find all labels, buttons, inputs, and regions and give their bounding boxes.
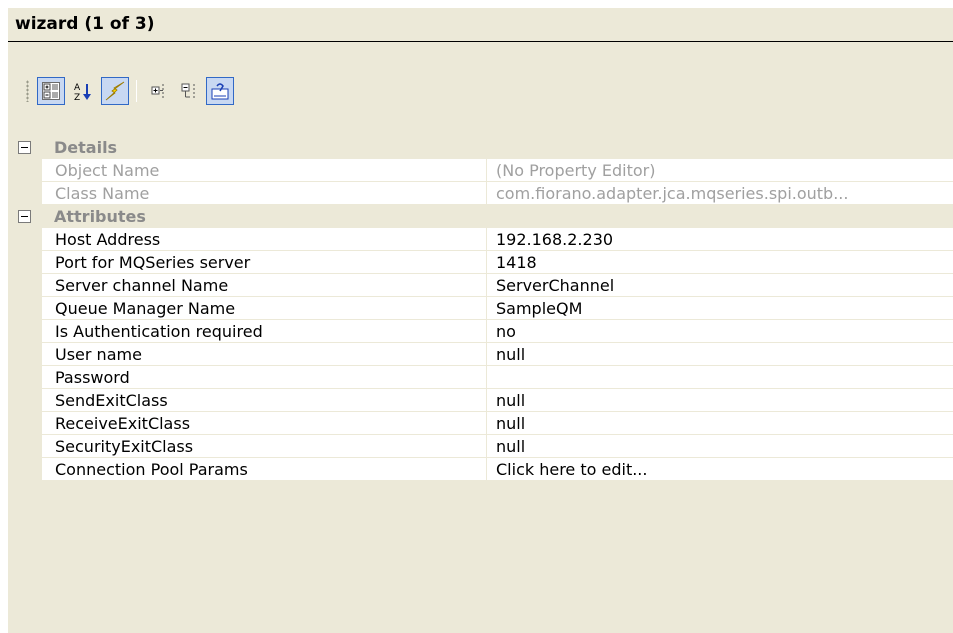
property-value[interactable]: Click here to edit... [487,458,953,481]
property-grid-panel: wizard (1 of 3) A Z Details Object Name … [8,8,953,633]
title-bar: wizard (1 of 3) [8,8,953,42]
alphabetical-button[interactable]: A Z [69,77,97,105]
row-gutter [8,320,42,343]
property-row-host-address[interactable]: Host Address 192.168.2.230 [8,228,953,251]
row-gutter [8,458,42,481]
collapse-minus-icon[interactable] [18,210,31,223]
property-row-queue-manager[interactable]: Queue Manager Name SampleQM [8,297,953,320]
property-pages-button[interactable] [206,77,234,105]
property-value[interactable]: null [487,343,953,366]
property-row-receive-exit-class[interactable]: ReceiveExitClass null [8,412,953,435]
row-gutter [8,343,42,366]
property-row-security-exit-class[interactable]: SecurityExitClass null [8,435,953,458]
row-gutter [8,435,42,458]
category-label: Attributes [54,207,146,226]
property-name: Host Address [42,228,487,251]
property-value[interactable]: ServerChannel [487,274,953,297]
property-value[interactable]: SampleQM [487,297,953,320]
row-gutter [8,412,42,435]
property-value[interactable] [487,366,953,389]
row-gutter [8,297,42,320]
property-name: Class Name [42,182,487,205]
property-grid: Details Object Name (No Property Editor)… [8,136,953,633]
category-attributes[interactable]: Attributes [8,205,953,228]
property-name: Server channel Name [42,274,487,297]
property-value[interactable]: 192.168.2.230 [487,228,953,251]
toolbar-separator [136,80,137,102]
alphabetical-sort-icon: A Z [74,83,91,101]
property-row-user-name[interactable]: User name null [8,343,953,366]
row-gutter [8,251,42,274]
events-button[interactable] [101,77,129,105]
property-name: SendExitClass [42,389,487,412]
property-row-send-exit-class[interactable]: SendExitClass null [8,389,953,412]
property-row-server-channel[interactable]: Server channel Name ServerChannel [8,274,953,297]
property-name: Is Authentication required [42,320,487,343]
property-value[interactable]: no [487,320,953,343]
category-band [42,136,953,159]
row-gutter [8,159,42,182]
property-name: ReceiveExitClass [42,412,487,435]
property-name: Queue Manager Name [42,297,487,320]
row-gutter [8,228,42,251]
property-value[interactable]: null [487,435,953,458]
property-name: Object Name [42,159,487,182]
property-name: User name [42,343,487,366]
property-row-port[interactable]: Port for MQSeries server 1418 [8,251,953,274]
expand-all-button[interactable] [146,77,174,105]
category-details[interactable]: Details [8,136,953,159]
property-value[interactable]: com.fiorano.adapter.jca.mqseries.spi.out… [487,182,953,205]
collapse-all-button[interactable] [176,77,204,105]
property-row-class-name[interactable]: Class Name com.fiorano.adapter.jca.mqser… [8,182,953,205]
toolbar-grip[interactable] [26,80,29,102]
categorized-icon [42,82,60,100]
property-name: Password [42,366,487,389]
row-gutter [8,274,42,297]
property-name: Port for MQSeries server [42,251,487,274]
svg-text:A: A [74,83,81,93]
property-value[interactable]: (No Property Editor) [487,159,953,182]
property-row-authentication[interactable]: Is Authentication required no [8,320,953,343]
window-title: wizard (1 of 3) [15,14,155,34]
category-band [42,205,953,228]
events-lightning-icon [105,81,125,101]
toolbar: A Z [8,68,953,108]
property-name: SecurityExitClass [42,435,487,458]
property-value[interactable]: 1418 [487,251,953,274]
categorized-button[interactable] [37,77,65,105]
row-gutter [8,389,42,412]
row-gutter [8,366,42,389]
property-name: Connection Pool Params [42,458,487,481]
property-row-object-name[interactable]: Object Name (No Property Editor) [8,159,953,182]
property-pages-icon [211,83,229,100]
collapse-minus-icon[interactable] [18,141,31,154]
category-label: Details [54,138,118,157]
svg-text:Z: Z [74,93,80,101]
property-value[interactable]: null [487,389,953,412]
property-row-connection-pool[interactable]: Connection Pool Params Click here to edi… [8,458,953,481]
collapse-all-icon [181,83,195,99]
row-gutter [8,182,42,205]
property-value[interactable]: null [487,412,953,435]
expand-all-icon [151,84,164,99]
property-row-password[interactable]: Password [8,366,953,389]
